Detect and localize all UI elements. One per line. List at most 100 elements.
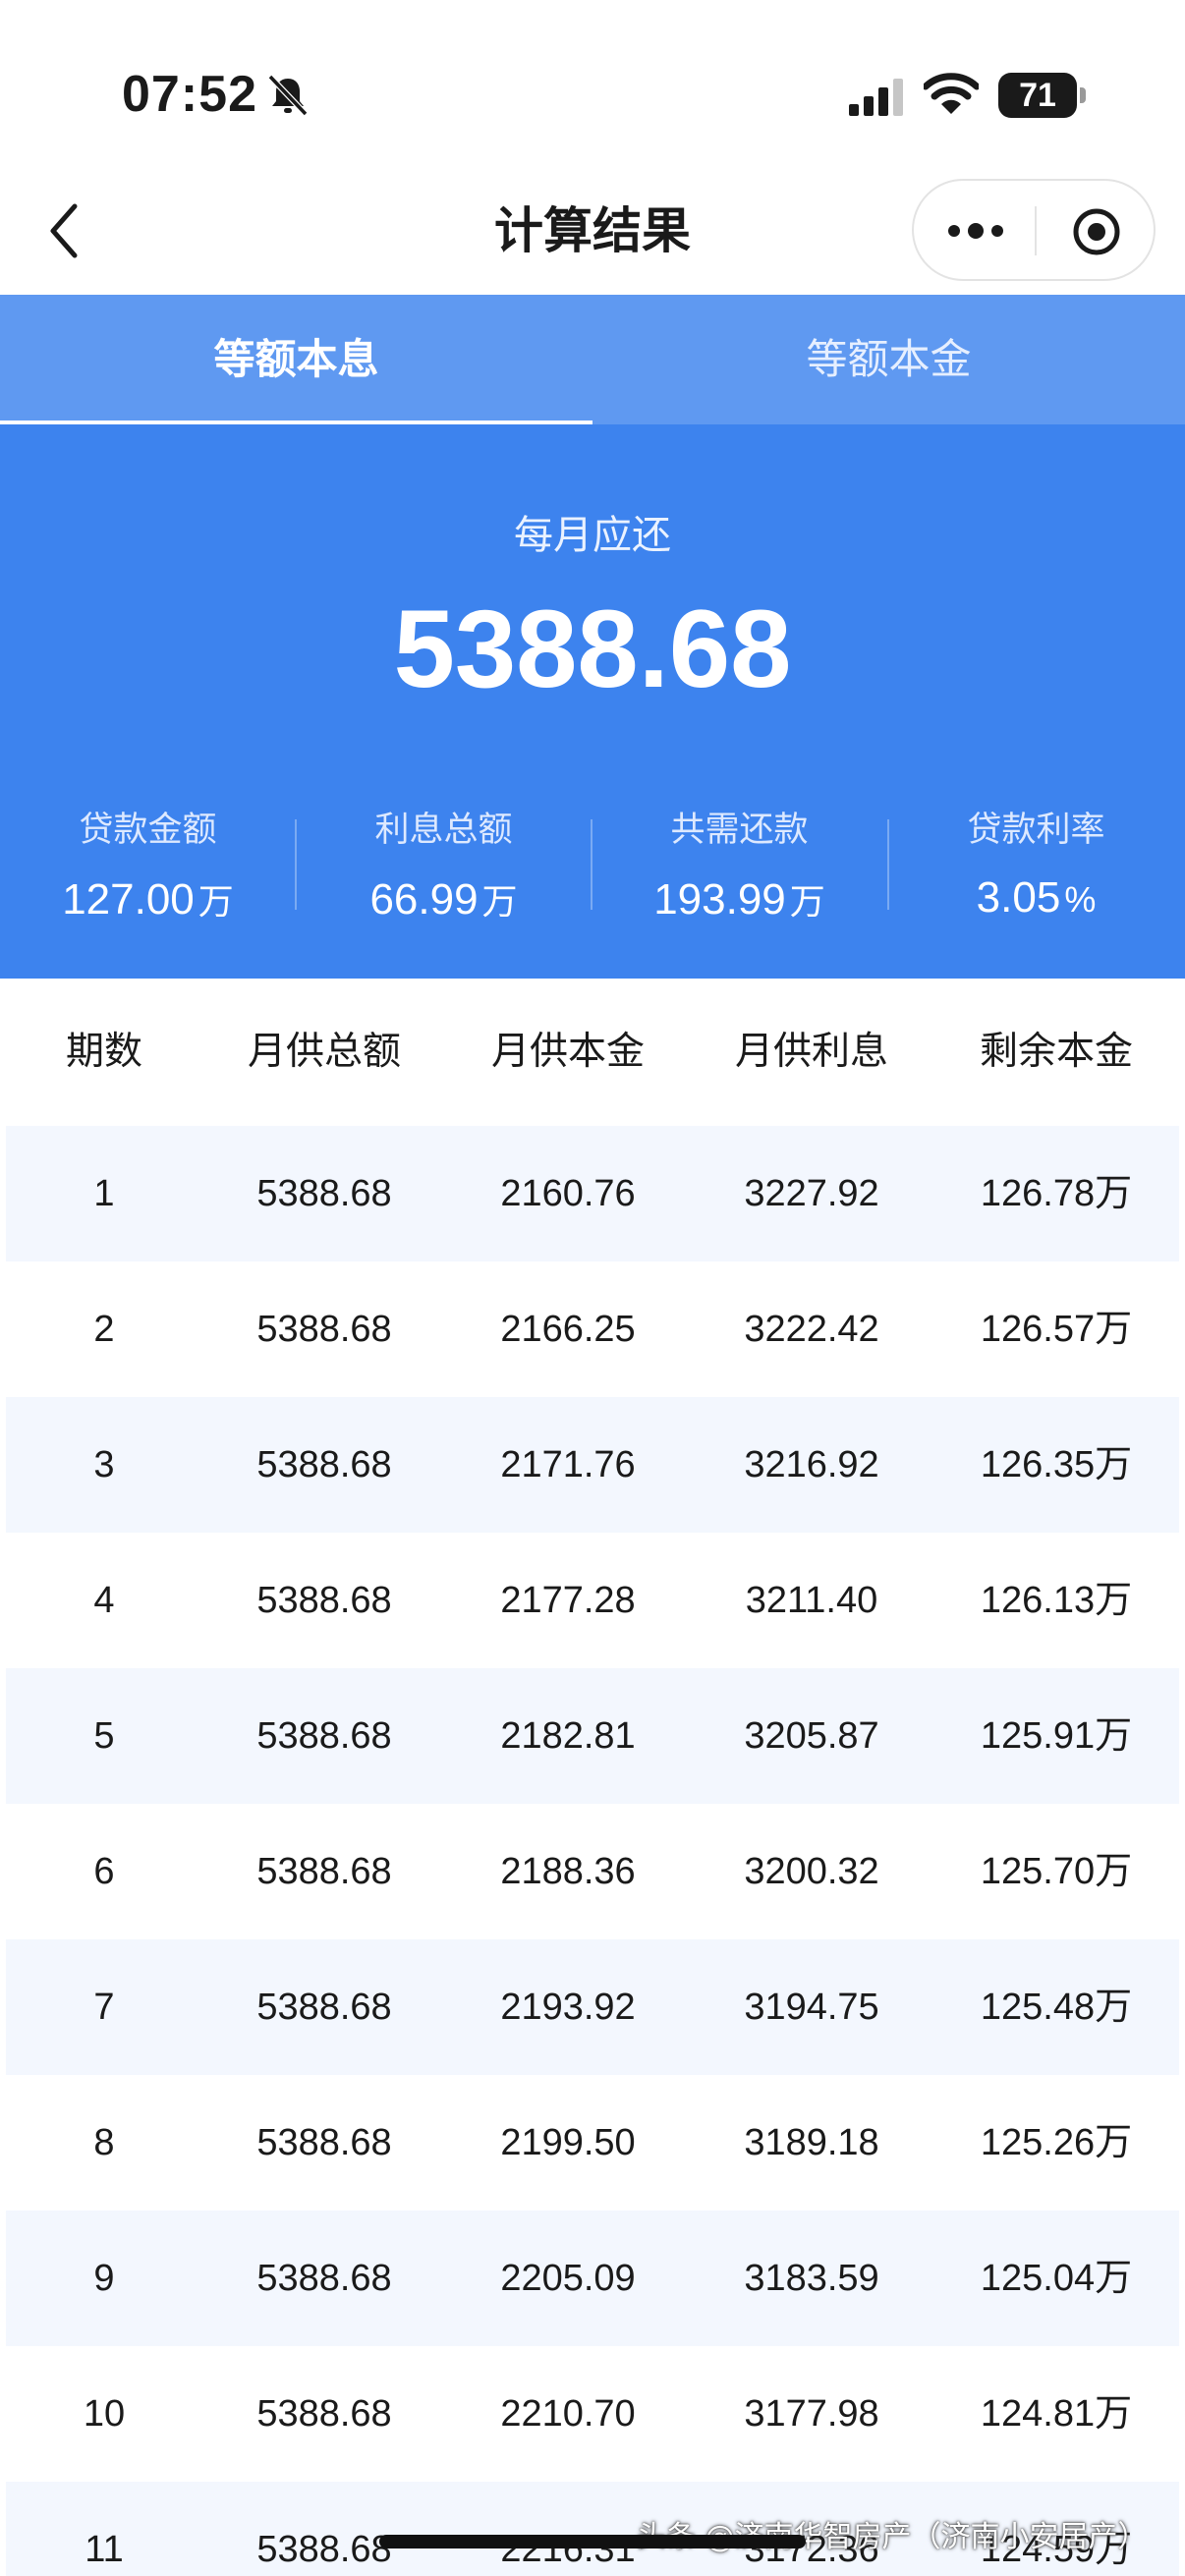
summary-loan-amount: 贷款金额 127.00 万 [0,802,296,924]
summary-label: 利息总额 [374,811,513,850]
table-cell: 3211.40 [745,1580,878,1621]
summary-total-interest: 利息总额 66.99 万 [296,802,592,924]
summary-interest-rate: 贷款利率 3.05% [888,802,1184,923]
table-cell: 5388.68 [256,1173,392,1214]
summary-label: 贷款金额 [79,811,217,850]
table-cell: 4 [93,1580,115,1621]
table-cell: 5388.68 [256,1309,392,1350]
table-cell: 3177.98 [744,2393,879,2435]
table-cell: 6 [93,1851,115,1892]
table-cell: 126.35万 [980,1444,1133,1485]
summary-unit: 万 [198,881,234,922]
home-indicator[interactable] [379,2535,806,2548]
tab-equal-principal[interactable]: 等额本金 [592,295,1185,424]
table-cell: 3205.87 [744,1715,879,1757]
table-row: 5 5388.68 2182.81 3205.87 125.91万 [6,1668,1179,1804]
column-header-monthly-interest: 月供利息 [734,1030,888,1074]
table-cell: 3189.18 [744,2122,879,2163]
table-cell: 8 [93,2122,115,2163]
table-cell: 5388.68 [256,1444,392,1485]
table-cell: 2177.28 [500,1580,636,1621]
close-target-icon[interactable] [1071,206,1122,257]
repayment-table-header: 期数 月供总额 月供本金 月供利息 剩余本金 [6,979,1179,1126]
summary-total-repayment: 共需还款 193.99 万 [592,802,887,924]
summary-value: 66.99 [369,875,479,924]
table-cell: 5388.68 [256,2393,392,2435]
column-header-period: 期数 [65,1030,142,1074]
table-cell: 3194.75 [744,1987,879,2028]
table-cell: 2182.81 [500,1715,636,1757]
table-cell: 125.91万 [980,1715,1133,1757]
column-header-monthly-total: 月供总额 [247,1030,401,1074]
summary-unit: 万 [481,881,518,922]
mini-program-capsule [912,179,1156,281]
column-header-monthly-principal: 月供本金 [490,1030,645,1074]
table-cell: 9 [93,2258,115,2299]
table-cell: 2199.50 [500,2122,636,2163]
table-cell: 2166.25 [500,1309,636,1350]
table-row: 7 5388.68 2193.92 3194.75 125.48万 [6,1939,1179,2075]
wifi-icon [924,73,979,114]
more-dots-icon[interactable] [945,216,1006,246]
table-cell: 2 [93,1309,115,1350]
table-cell: 3216.92 [744,1444,879,1485]
table-cell: 125.70万 [980,1851,1133,1892]
table-cell: 5 [93,1715,115,1757]
table-cell: 1 [93,1173,115,1214]
summary-value: 127.00 [62,875,195,924]
table-cell: 126.57万 [980,1309,1133,1350]
table-row: 4 5388.68 2177.28 3211.40 126.13万 [6,1533,1179,1668]
table-cell: 3183.59 [744,2258,879,2299]
repayment-table-body[interactable]: 1 5388.68 2160.76 3227.92 126.78万 2 5388.68 216… [6,1126,1179,2576]
bell-muted-icon [267,74,309,117]
table-cell: 5388.68 [256,1580,392,1621]
table-row: 10 5388.68 2210.70 3177.98 124.81万 [6,2346,1179,2482]
table-cell: 3222.42 [744,1309,879,1350]
table-cell: 7 [93,1987,115,2028]
table-cell: 2160.76 [500,1173,636,1214]
table-cell: 5388.68 [256,2122,392,2163]
summary-value: 3.05 [976,873,1061,922]
status-time: 07:52 [122,66,257,123]
tab-equal-installment[interactable]: 等额本息 [0,295,592,424]
table-cell: 5388.68 [256,2529,392,2570]
table-cell: 2193.92 [500,1987,636,2028]
column-header-remaining-principal: 剩余本金 [979,1030,1133,1074]
table-cell: 126.78万 [980,1173,1133,1214]
table-cell: 125.04万 [980,2258,1133,2299]
table-cell: 125.26万 [980,2122,1133,2163]
table-cell: 5388.68 [256,2258,392,2299]
table-cell: 2188.36 [500,1851,636,1892]
table-cell: 124.81万 [980,2393,1133,2435]
summary-value: 193.99 [653,875,786,924]
table-cell: 5388.68 [256,1715,392,1757]
table-cell: 2171.76 [500,1444,636,1485]
table-cell: 5388.68 [256,1851,392,1892]
cellular-signal-icon [849,79,903,116]
table-row: 8 5388.68 2199.50 3189.18 125.26万 [6,2075,1179,2211]
active-tab-indicator [0,420,592,424]
table-row: 9 5388.68 2205.09 3183.59 125.04万 [6,2211,1179,2346]
table-cell: 10 [83,2393,126,2435]
table-cell: 2210.70 [500,2393,636,2435]
summary-label: 贷款利率 [967,811,1105,850]
table-cell: 3227.92 [744,1173,879,1214]
table-cell: 3200.32 [744,1851,879,1892]
table-cell: 5388.68 [256,1987,392,2028]
capsule-divider [1035,206,1037,255]
table-cell: 11 [85,2529,124,2570]
table-cell: 2205.09 [500,2258,636,2299]
table-row: 1 5388.68 2160.76 3227.92 126.78万 [6,1126,1179,1261]
table-row: 2 5388.68 2166.25 3222.42 126.57万 [6,1261,1179,1397]
summary-label: 共需还款 [670,811,809,850]
table-row: 3 5388.68 2171.76 3216.92 126.35万 [6,1397,1179,1533]
table-cell: 3 [93,1444,115,1485]
battery-indicator: 71 [998,73,1086,118]
table-cell: 125.48万 [980,1987,1133,2028]
summary-unit: % [1064,879,1097,920]
table-cell: 126.13万 [980,1580,1133,1621]
table-row: 6 5388.68 2188.36 3200.32 125.70万 [6,1804,1179,1939]
monthly-payment-label: 每月应还 [514,513,671,558]
monthly-payment-value: 5388.68 [393,588,792,710]
summary-unit: 万 [789,881,825,922]
